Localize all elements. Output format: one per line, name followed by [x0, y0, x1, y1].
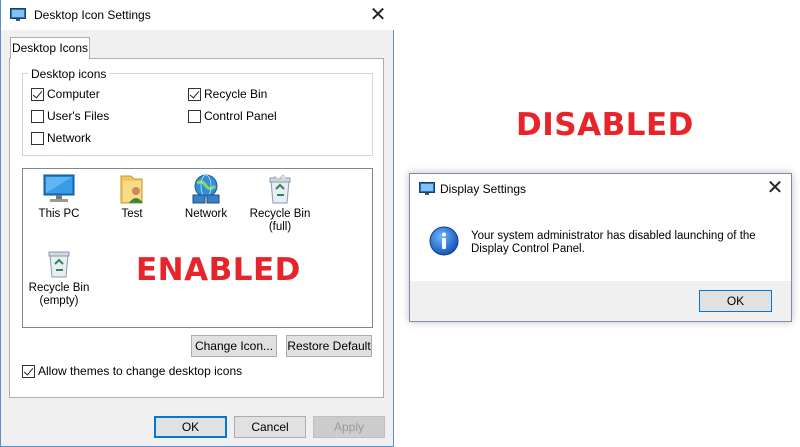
allow-themes-checkbox[interactable]: Allow themes to change desktop icons	[22, 364, 242, 378]
disabled-overlay-label: DISABLED	[516, 107, 694, 143]
change-icon-button[interactable]: Change Icon...	[191, 335, 277, 357]
close-icon[interactable]: ✕	[366, 3, 390, 27]
users-files-checkbox[interactable]: User's Files	[31, 109, 109, 123]
recycle-bin-full-icon	[269, 174, 291, 204]
computer-checkbox[interactable]: Computer	[31, 87, 100, 101]
network-icon	[192, 174, 220, 204]
info-icon	[429, 226, 459, 259]
checkbox-unchecked[interactable]	[188, 109, 201, 123]
dialog-footer: OK	[410, 281, 791, 321]
icon-item-recycle-bin-full[interactable]: Recycle Bin (full)	[244, 173, 316, 234]
checkbox-checked[interactable]	[22, 364, 35, 378]
cancel-button[interactable]: Cancel	[234, 416, 306, 438]
checkbox-unchecked[interactable]	[31, 131, 44, 145]
checkbox-checked[interactable]	[188, 87, 201, 101]
close-icon[interactable]: ✕	[763, 176, 787, 200]
checkbox-unchecked[interactable]	[31, 109, 44, 123]
network-checkbox[interactable]: Network	[31, 131, 91, 145]
dialog-title: Display Settings	[440, 182, 527, 196]
enabled-overlay-label: ENABLED	[136, 252, 301, 288]
display-settings-dialog: Display Settings ✕ Your system administr…	[409, 173, 792, 322]
title-bar: Desktop Icon Settings ✕	[1, 0, 394, 30]
control-panel-checkbox[interactable]: Control Panel	[188, 109, 277, 123]
display-ok-button[interactable]: OK	[699, 290, 772, 312]
computer-icon	[43, 174, 75, 202]
tab-desktop-icons[interactable]: Desktop Icons	[10, 37, 90, 59]
settings-app-icon	[10, 8, 26, 25]
message-text: Your system administrator has disabled l…	[471, 230, 756, 255]
ok-button[interactable]: OK	[154, 416, 227, 438]
group-label: Desktop icons	[28, 67, 110, 81]
icon-item-recycle-bin-empty[interactable]: Recycle Bin (empty)	[23, 249, 95, 308]
checkbox-checked[interactable]	[31, 87, 44, 101]
apply-button[interactable]: Apply	[313, 416, 385, 438]
restore-default-button[interactable]: Restore Default	[286, 335, 372, 357]
user-folder-icon	[120, 175, 143, 204]
recycle-bin-empty-icon	[48, 251, 70, 278]
dialog-title: Desktop Icon Settings	[34, 8, 151, 22]
icon-item-network[interactable]: Network	[170, 173, 242, 221]
display-settings-app-icon	[419, 182, 435, 199]
recycle-bin-checkbox[interactable]: Recycle Bin	[188, 87, 267, 101]
icon-item-test[interactable]: Test	[96, 173, 168, 221]
icon-item-this-pc[interactable]: This PC	[23, 173, 95, 221]
